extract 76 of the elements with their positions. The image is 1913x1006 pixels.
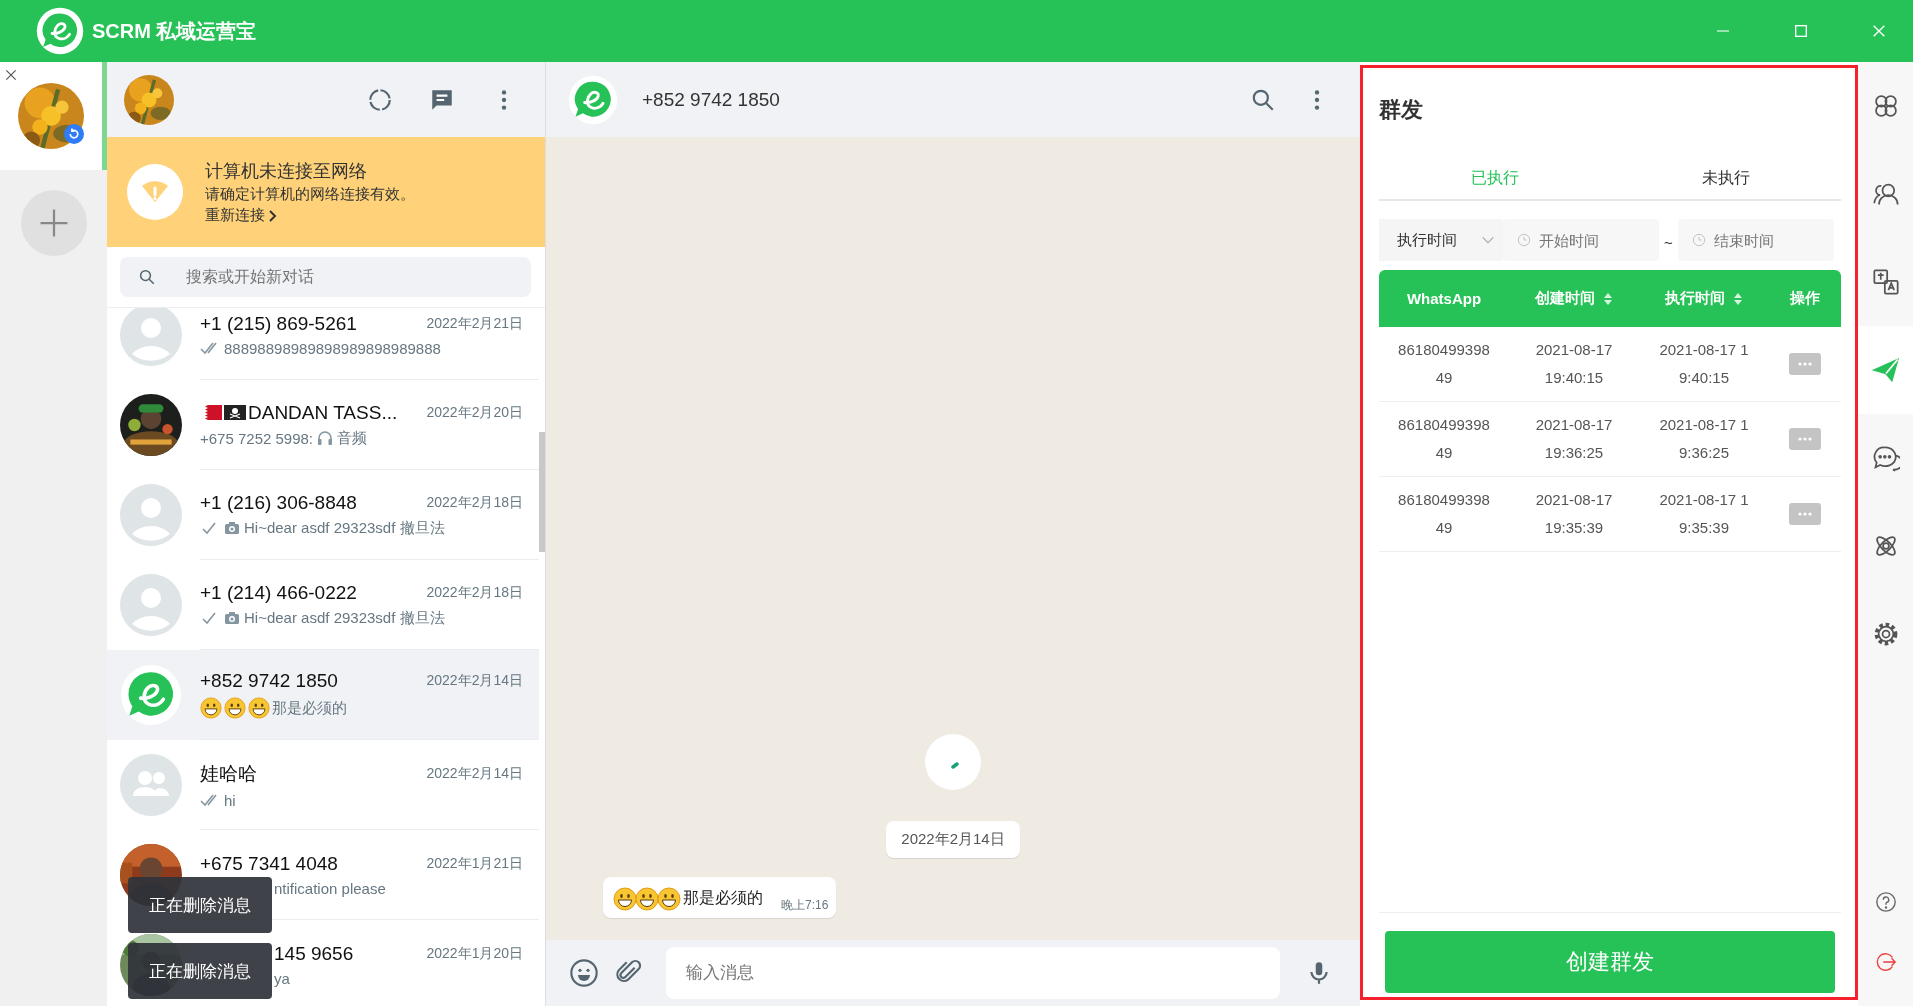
start-time-field[interactable]: 开始时间 — [1503, 219, 1659, 261]
deleting-toast: 正在删除消息 — [128, 877, 272, 933]
chat-preview: 88898898989898989898989888 — [224, 339, 441, 357]
table-cell-text: 2021-08-17 19:35:39 — [1534, 490, 1614, 538]
chat-item[interactable]: +852 9742 1850 2022年2月14日 那是必须的 — [107, 650, 539, 740]
table-cell-text: 8618049939849 — [1397, 340, 1491, 388]
chat-date: 2022年1月20日 — [426, 944, 523, 963]
column-header: 执行时间 — [1665, 289, 1725, 308]
table-cell-text: 8618049939849 — [1397, 490, 1491, 538]
chat-date: 2022年2月14日 — [426, 764, 523, 783]
more-icon — [1798, 512, 1812, 516]
contact-name: +852 9742 1850 — [642, 88, 780, 111]
chat-name: +1 (215) 869-5261 — [200, 312, 357, 335]
status-icon[interactable] — [367, 86, 393, 113]
table-cell-text: 2021-08-17 19:40:15 — [1658, 340, 1750, 388]
column-header: 创建时间 — [1535, 289, 1595, 308]
chat-sender: +675 7252 5998: — [200, 429, 314, 447]
chat-item[interactable]: +1 (216) 306-8848 2022年2月18日 Hi~dear asdf 29323sdf 撤旦法 — [107, 470, 539, 560]
search-field[interactable]: 搜索或开始新对话 — [120, 257, 531, 297]
chevron-icon — [268, 209, 278, 222]
loading-spinner-icon — [924, 733, 982, 791]
scrollbar[interactable] — [539, 432, 545, 552]
table-cell-text: 2021-08-17 19:40:15 — [1534, 340, 1614, 388]
close-icon[interactable] — [4, 68, 18, 82]
banner-title: 计算机未连接至网络 — [205, 160, 367, 183]
deleting-toast: 正在删除消息 — [128, 943, 272, 999]
window-title: SCRM 私域运营宝 — [92, 18, 257, 44]
chat-date: 2022年2月20日 — [426, 403, 523, 422]
chat-preview: 音频 — [337, 428, 368, 448]
chat-name: 145 9656 — [273, 942, 354, 965]
tab[interactable]: 未执行 — [1610, 158, 1841, 199]
chat-preview: Hi~dear asdf 29323sdf 撤旦法 — [244, 518, 445, 538]
table-cell-text: 2021-08-17 19:36:25 — [1658, 415, 1750, 463]
chat-preview: 那是必须的 — [272, 698, 347, 718]
column-header: WhatsApp — [1406, 290, 1482, 307]
table-cell-text: 8618049939849 — [1397, 415, 1491, 463]
chat-date: 2022年2月14日 — [426, 672, 523, 690]
app-logo-icon — [36, 7, 84, 55]
chat-name: DANDAN TASS... — [248, 401, 398, 424]
range-separator: ~ — [1664, 233, 1673, 251]
chat-item[interactable]: +1 (215) 869-5261 2022年2月21日 88898898989898989898989888 — [107, 308, 539, 380]
chat-date: 2022年2月18日 — [426, 583, 523, 602]
time-type-dropdown[interactable]: 执行时间 — [1379, 219, 1503, 261]
chat-item[interactable]: DANDAN TASS... 2022年2月20日 +675 7252 5998: 音频 — [107, 380, 539, 470]
chat-name: 娃哈哈 — [200, 761, 257, 786]
emoji-icon[interactable] — [568, 957, 600, 989]
help-icon[interactable] — [1874, 891, 1897, 913]
account-item[interactable] — [0, 62, 107, 170]
table-cell-text: 2021-08-17 19:36:25 — [1534, 415, 1614, 463]
chat-item[interactable]: 娃哈哈 2022年2月14日 hi — [107, 740, 539, 830]
message-text: 那是必须的 — [683, 888, 763, 908]
table-cell-text: 2021-08-17 19:35:39 — [1658, 490, 1750, 538]
more-icon — [1798, 437, 1812, 441]
column-header: 操作 — [1790, 289, 1820, 308]
chat-date: 2022年2月21日 — [426, 314, 523, 333]
chat-date: 2022年1月21日 — [426, 854, 523, 873]
chat-name: +1 (214) 466-0222 — [200, 581, 357, 604]
chat-name: +675 7341 4048 — [200, 852, 338, 875]
message-time: 晚上7:16 — [781, 897, 829, 914]
chat-preview: ya — [274, 969, 290, 987]
reconnect-link[interactable]: 重新连接 — [205, 206, 278, 225]
no-connection-icon — [127, 164, 183, 220]
message-input[interactable]: 输入消息 — [666, 947, 1280, 999]
logo-icon — [568, 74, 618, 125]
logout-icon[interactable] — [1874, 951, 1897, 973]
end-time-field[interactable]: 结束时间 — [1677, 219, 1834, 261]
chat-name: +1 (216) 306-8848 — [200, 491, 357, 514]
chat-preview: Hi~dear asdf 29323sdf 撤旦法 — [244, 608, 445, 628]
chat-name: +852 9742 1850 — [200, 670, 338, 692]
more-icon — [1798, 362, 1812, 366]
banner-message: 请确定计算机的网络连接有效。 — [205, 185, 415, 204]
chat-preview: ntification please — [274, 879, 386, 897]
panel-title: 群发 — [1379, 96, 1424, 124]
date-chip: 2022年2月14日 — [886, 821, 1020, 858]
chat-preview: hi — [224, 791, 236, 809]
chat-date: 2022年2月18日 — [426, 493, 523, 512]
